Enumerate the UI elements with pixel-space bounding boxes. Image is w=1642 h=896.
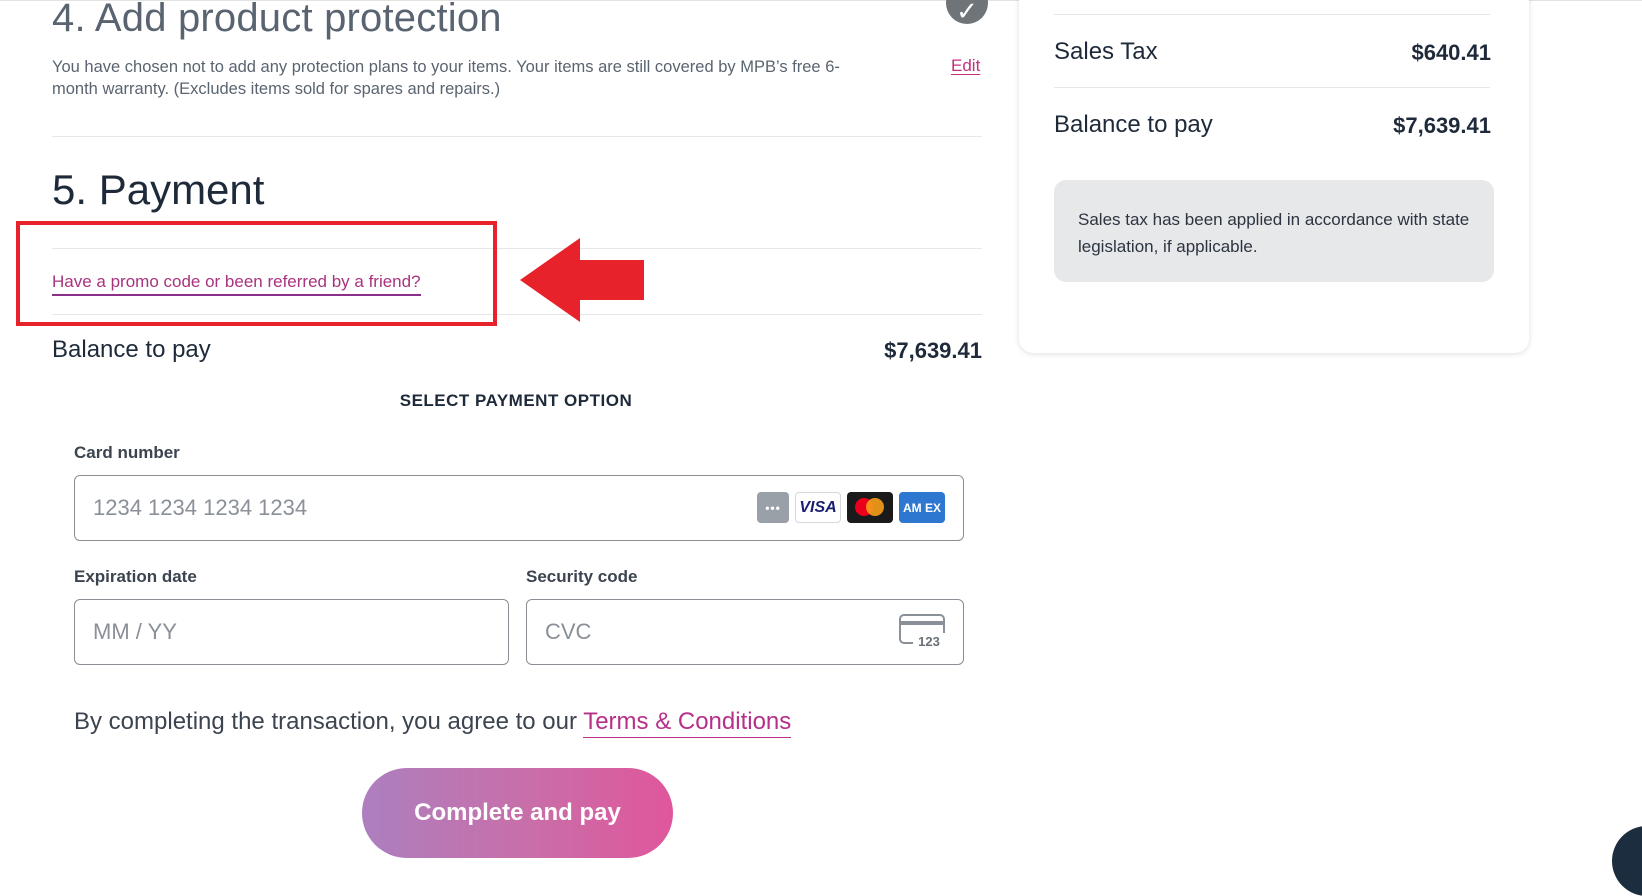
- security-code-input[interactable]: [545, 600, 851, 664]
- security-code-label: Security code: [526, 567, 638, 586]
- generic-card-icon: •••: [757, 492, 789, 523]
- divider: [52, 136, 982, 137]
- complete-and-pay-button[interactable]: Complete and pay: [362, 768, 673, 858]
- card-number-field[interactable]: ••• VISA AM EX: [74, 475, 964, 541]
- select-payment-heading: SELECT PAYMENT OPTION: [399, 391, 633, 410]
- security-code-field[interactable]: 123: [526, 599, 964, 665]
- amex-icon: AM EX: [899, 492, 945, 523]
- balance-label: Balance to pay: [52, 336, 211, 363]
- balance-value: $7,639.41: [884, 338, 982, 363]
- card-brand-icons: ••• VISA AM EX: [757, 492, 945, 523]
- terms-link[interactable]: Terms & Conditions: [583, 708, 792, 738]
- mastercard-icon: [847, 492, 893, 523]
- cvc-icon-text: 123: [918, 634, 940, 648]
- sales-tax-label: Sales Tax: [1054, 38, 1158, 65]
- visa-icon: VISA: [795, 492, 841, 523]
- divider: [1054, 14, 1490, 15]
- sales-tax-value: $640.41: [1411, 40, 1491, 65]
- summary-balance-label: Balance to pay: [1054, 111, 1213, 138]
- annotation-arrow-icon: [520, 238, 644, 322]
- card-number-input[interactable]: [93, 476, 715, 540]
- chat-widget-button[interactable]: [1612, 826, 1642, 896]
- expiration-field[interactable]: [74, 599, 509, 665]
- section-5-title: 5. Payment: [52, 166, 265, 213]
- terms-notice: By completing the transaction, you agree…: [74, 708, 792, 738]
- order-summary-panel: Sales Tax $640.41 Balance to pay $7,639.…: [1019, 0, 1529, 353]
- section-4-title: 4. Add product protection: [52, 0, 502, 40]
- terms-prefix: By completing the transaction, you agree…: [74, 708, 584, 735]
- cvc-card-icon: 123: [899, 614, 945, 648]
- divider: [1054, 87, 1490, 88]
- card-number-label: Card number: [74, 443, 180, 462]
- tax-note: Sales tax has been applied in accordance…: [1054, 180, 1494, 282]
- expiration-input[interactable]: [93, 600, 397, 664]
- summary-balance-value: $7,639.41: [1393, 113, 1491, 138]
- protection-description: You have chosen not to add any protectio…: [52, 58, 840, 98]
- expiration-label: Expiration date: [74, 567, 197, 586]
- edit-protection-link[interactable]: Edit: [951, 56, 980, 76]
- checkmark-icon: ✓: [946, 0, 988, 24]
- annotation-highlight-box: [16, 221, 497, 326]
